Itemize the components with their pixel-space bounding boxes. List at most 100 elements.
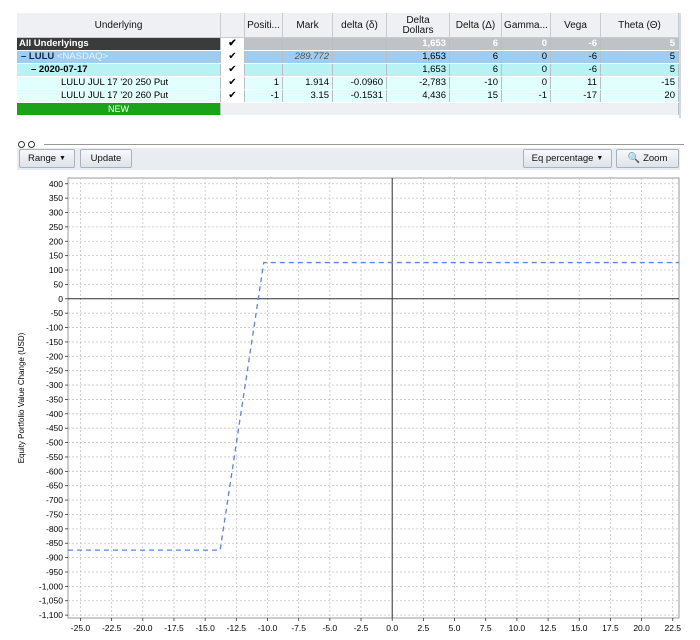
row-expiry-checkbox[interactable]: ✔ — [221, 64, 245, 76]
x-tick-label: 12.5 — [540, 623, 557, 633]
range-button[interactable]: Range ▼ — [19, 149, 75, 168]
x-tick-label: 7.5 — [480, 623, 492, 633]
row-leg-250-put[interactable]: LULU JUL 17 '20 250 Put ✔ 1 1.914 -0.096… — [17, 77, 679, 89]
chart-toolbar: Range ▼ Update Eq percentage ▼ 🔍 Zoom — [17, 148, 680, 170]
col-mark[interactable]: Mark — [283, 13, 333, 38]
risk-profile-chart[interactable]: -25.0 -22.5 -20.0 -17.5 -15.0 -12.5 -10.0 -7.5 -… — [0, 170, 700, 640]
y-tick-label: -450 — [46, 423, 63, 433]
row-expiry[interactable]: – 2020-07-17 ✔ 1,653 6 0 -6 5 — [17, 64, 679, 76]
new-position-button[interactable]: NEW — [17, 103, 221, 115]
row-leg2-checkbox[interactable]: ✔ — [221, 90, 245, 102]
row-lulu-delta: 6 — [450, 51, 502, 63]
row-all-position — [245, 38, 283, 50]
row-new[interactable]: NEW — [17, 103, 679, 115]
row-expiry-mark — [283, 64, 333, 76]
row-expiry-name: – 2020-07-17 — [17, 64, 221, 76]
row-lulu-mark: 289.772 — [283, 51, 333, 63]
row-underlying-lulu[interactable]: – LULU <NASDAQ> ✔ 289.772 1,653 6 0 -6 5 — [17, 51, 679, 63]
panel-splitter[interactable] — [0, 141, 700, 148]
x-tick-label: 15.0 — [571, 623, 588, 633]
x-tick-label: -10.0 — [258, 623, 278, 633]
row-lulu-vega: -6 — [551, 51, 601, 63]
row-lulu-theta: 5 — [601, 51, 679, 63]
row-lulu-delta-dollars: 1,653 — [387, 51, 450, 63]
row-leg1-theta: -15 — [601, 77, 679, 89]
y-tick-label: -150 — [46, 337, 63, 347]
row-lulu-symbol: – LULU — [21, 51, 57, 62]
row-leg1-name: LULU JUL 17 '20 250 Put — [17, 77, 221, 89]
col-position[interactable]: Positi... — [245, 13, 283, 38]
col-underlying[interactable]: Underlying — [17, 13, 221, 38]
row-all-vega: -6 — [551, 38, 601, 50]
y-tick-label: -850 — [46, 538, 63, 548]
row-expiry-position — [245, 64, 283, 76]
y-tick-label: 150 — [49, 251, 63, 261]
row-leg1-checkbox[interactable]: ✔ — [221, 77, 245, 89]
zoom-button[interactable]: 🔍 Zoom — [616, 149, 679, 168]
x-tick-label: 20.0 — [633, 623, 650, 633]
row-expiry-delta-small — [333, 64, 387, 76]
y-tick-label: 0 — [58, 294, 63, 304]
y-tick-label: 350 — [49, 193, 63, 203]
eq-percentage-button[interactable]: Eq percentage ▼ — [523, 149, 612, 168]
y-tick-label: -200 — [46, 351, 63, 361]
col-vega[interactable]: Vega — [551, 13, 601, 38]
row-leg-260-put[interactable]: LULU JUL 17 '20 260 Put ✔ -1 3.15 -0.153… — [17, 90, 679, 102]
y-tick-label: -1,050 — [39, 596, 63, 606]
range-button-label: Range — [28, 153, 57, 164]
y-tick-label: -950 — [46, 567, 63, 577]
range-caret-icon: ▼ — [59, 155, 66, 162]
x-tick-label: 10.0 — [509, 623, 526, 633]
col-theta[interactable]: Theta (Θ) — [601, 13, 679, 38]
x-tick-label: -15.0 — [195, 623, 215, 633]
y-tick-label: 250 — [49, 222, 63, 232]
row-expiry-gamma: 0 — [502, 64, 551, 76]
x-tick-label: 17.5 — [602, 623, 619, 633]
row-lulu-checkbox[interactable]: ✔ — [221, 51, 245, 63]
row-all-checkbox[interactable]: ✔ — [221, 38, 245, 50]
x-tick-label: 0.0 — [386, 623, 398, 633]
splitter-dot-icon — [28, 141, 35, 148]
y-tick-label: -600 — [46, 466, 63, 476]
grid-header: Underlying Positi... Mark delta (δ) Delt… — [17, 13, 679, 38]
x-tick-label: -12.5 — [227, 623, 247, 633]
row-leg2-theta: 20 — [601, 90, 679, 102]
y-tick-label: 300 — [49, 208, 63, 218]
x-tick-label: 22.5 — [664, 623, 681, 633]
row-leg1-vega: 11 — [551, 77, 601, 89]
col-checkbox[interactable] — [221, 13, 245, 38]
col-delta-cap[interactable]: Delta (Δ) — [450, 13, 502, 38]
row-leg1-delta: -10 — [450, 77, 502, 89]
row-leg1-delta-dollars: -2,783 — [387, 77, 450, 89]
y-tick-label: -350 — [46, 394, 63, 404]
col-gamma[interactable]: Gamma... — [502, 13, 551, 38]
y-tick-label: 200 — [49, 236, 63, 246]
row-all-gamma: 0 — [502, 38, 551, 50]
x-tick-label: -7.5 — [291, 623, 306, 633]
y-tick-label: -500 — [46, 438, 63, 448]
y-tick-label: -250 — [46, 366, 63, 376]
row-expiry-delta: 6 — [450, 64, 502, 76]
row-leg2-gamma: -1 — [502, 90, 551, 102]
row-lulu-exchange: <NASDAQ> — [56, 51, 109, 62]
row-all-mark — [283, 38, 333, 50]
row-leg2-position: -1 — [245, 90, 283, 102]
grid-scroll-edge — [679, 13, 681, 118]
y-tick-label: 50 — [54, 279, 64, 289]
row-leg2-mark: 3.15 — [283, 90, 333, 102]
update-button[interactable]: Update — [80, 149, 132, 168]
row-lulu-name: – LULU <NASDAQ> — [17, 51, 221, 63]
x-tick-label: -5.0 — [323, 623, 338, 633]
row-all-delta: 6 — [450, 38, 502, 50]
y-tick-label: -50 — [51, 308, 64, 318]
plot-area — [67, 177, 680, 619]
row-lulu-delta-small — [333, 51, 387, 63]
row-all-theta: 5 — [601, 38, 679, 50]
col-delta-dollars-line1: Delta — [406, 14, 430, 26]
zoom-icon: 🔍 — [627, 153, 641, 164]
row-leg1-position: 1 — [245, 77, 283, 89]
col-delta-dollars[interactable]: Delta Dollars — [387, 13, 450, 38]
row-all-underlyings[interactable]: All Underlyings ✔ 1,653 6 0 -6 5 — [17, 38, 679, 50]
col-delta-small[interactable]: delta (δ) — [333, 13, 387, 38]
y-tick-label: -900 — [46, 553, 63, 563]
